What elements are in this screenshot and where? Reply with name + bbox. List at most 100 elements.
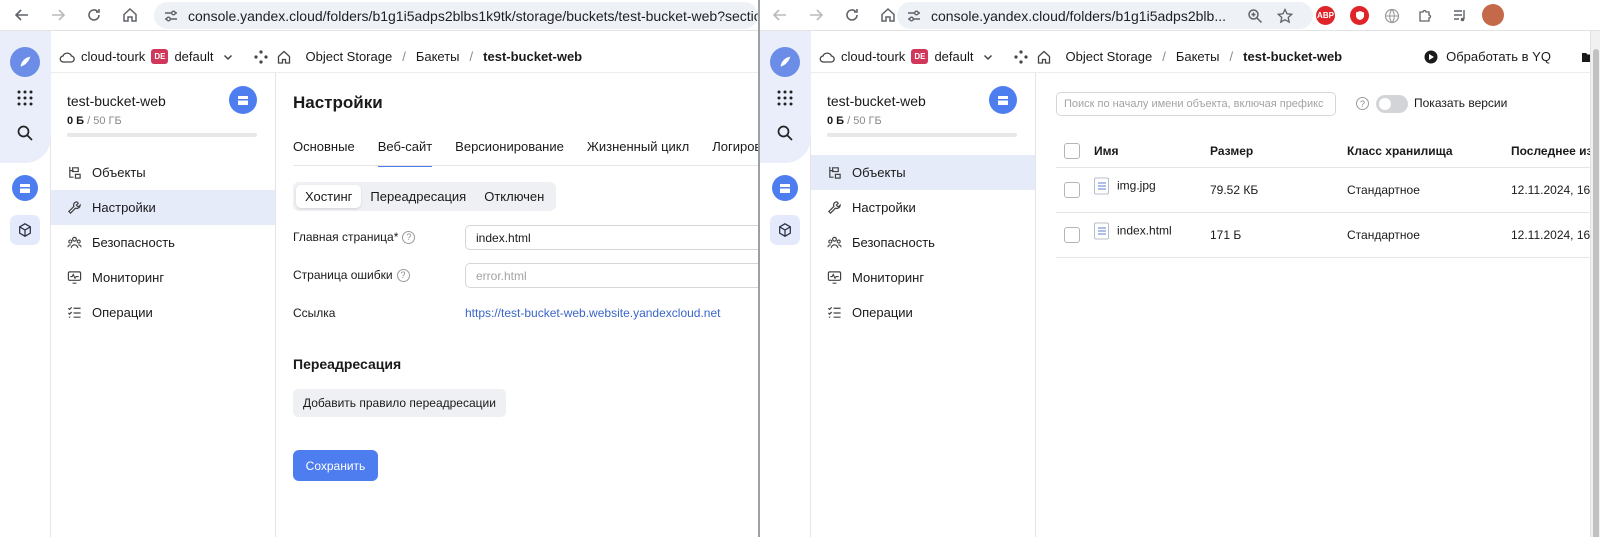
show-versions-toggle[interactable]: [1376, 95, 1408, 113]
forward-button[interactable]: [798, 0, 834, 31]
object-name[interactable]: index.html: [1117, 224, 1172, 238]
save-button[interactable]: Сохранить: [293, 450, 378, 481]
site-info-icon[interactable]: [154, 8, 188, 24]
forward-button[interactable]: [40, 0, 76, 31]
error-page-input[interactable]: [465, 263, 758, 288]
menu-item-monitoring[interactable]: Мониторинг: [811, 260, 1035, 295]
menu-item-label: Безопасность: [92, 235, 175, 250]
tab-lifecycle[interactable]: Жизненный цикл: [587, 139, 689, 167]
link-label: Ссылка: [293, 306, 336, 320]
yandex-cloud-logo[interactable]: [10, 47, 40, 77]
object-modified: 12.11.2024, 16:14: [1511, 228, 1600, 242]
address-bar[interactable]: console.yandex.cloud/folders/b1g1i5adps2…: [897, 2, 1313, 29]
search-button[interactable]: [770, 118, 800, 148]
object-name[interactable]: img.jpg: [1117, 179, 1156, 193]
mode-redirect[interactable]: Переадресация: [361, 185, 475, 208]
mode-disabled[interactable]: Отключен: [475, 185, 553, 208]
bucket-menu: Объекты Настройки Безопасность Мониторин…: [811, 155, 1035, 330]
cloud-name[interactable]: cloud-tourk: [841, 49, 905, 64]
adblock-icon[interactable]: ABP: [1316, 6, 1335, 25]
main-page-input[interactable]: [465, 225, 758, 250]
folder-name[interactable]: default: [174, 49, 213, 64]
shield-icon[interactable]: [1350, 6, 1369, 25]
menu-item-label: Объекты: [92, 165, 146, 180]
scrollbar-thumb[interactable]: [1593, 49, 1599, 537]
wrench-icon: [828, 201, 841, 214]
object-name-cell[interactable]: img.jpg: [1094, 177, 1156, 195]
object-name-cell[interactable]: index.html: [1094, 222, 1172, 240]
menu-item-security[interactable]: Безопасность: [811, 225, 1035, 260]
menu-item-settings[interactable]: Настройки: [51, 190, 275, 225]
add-redirect-rule-button[interactable]: Добавить правило переадресации: [293, 389, 506, 417]
diamond-nodes-icon[interactable]: [1014, 49, 1029, 64]
menu-item-operations[interactable]: Операции: [811, 295, 1035, 330]
menu-item-objects[interactable]: Объекты: [811, 155, 1035, 190]
object-storage-service-button[interactable]: [10, 173, 40, 203]
extensions-puzzle-icon[interactable]: [1415, 6, 1434, 25]
help-icon[interactable]: ?: [396, 268, 410, 282]
menu-item-security[interactable]: Безопасность: [51, 225, 275, 260]
help-icon[interactable]: ?: [1356, 97, 1369, 110]
folder-name[interactable]: default: [934, 49, 973, 64]
website-link[interactable]: https://test-bucket-web.website.yandexcl…: [465, 306, 720, 320]
console-topbar: cloud-tourk DE default Object Storage / …: [811, 41, 1600, 73]
zoom-icon[interactable]: [1247, 8, 1263, 24]
page-scrollbar[interactable]: [1590, 31, 1600, 537]
address-bar[interactable]: console.yandex.cloud/folders/b1g1i5adps2…: [154, 2, 758, 29]
process-in-yq-button[interactable]: Обработать в YQ: [1446, 49, 1551, 64]
services-menu-button[interactable]: [770, 83, 800, 113]
help-icon[interactable]: ?: [402, 230, 416, 244]
breadcrumb-object-storage[interactable]: Object Storage: [305, 49, 392, 64]
row-checkbox[interactable]: [1064, 182, 1080, 198]
menu-item-operations[interactable]: Операции: [51, 295, 275, 330]
reload-button[interactable]: [76, 0, 112, 31]
column-storage-class[interactable]: Класс хранилища: [1347, 144, 1453, 158]
home-icon[interactable]: [277, 50, 291, 64]
users-icon: [67, 236, 82, 249]
table-row[interactable]: img.jpg 79.52 КБ Стандартное 12.11.2024,…: [1056, 168, 1600, 213]
menu-item-settings[interactable]: Настройки: [811, 190, 1035, 225]
cloud-icon: [819, 50, 835, 64]
column-size[interactable]: Размер: [1210, 144, 1253, 158]
object-storage-service-button[interactable]: [770, 173, 800, 203]
globe-icon[interactable]: [1382, 6, 1401, 25]
breadcrumb-buckets[interactable]: Бакеты: [416, 49, 460, 64]
menu-item-label: Настройки: [92, 200, 156, 215]
tab-versioning[interactable]: Версионирование: [455, 139, 564, 167]
tab-website[interactable]: Веб-сайт: [377, 139, 433, 167]
home-button[interactable]: [112, 0, 148, 31]
back-button[interactable]: [4, 0, 40, 31]
usage-used: 0 Б: [67, 115, 85, 127]
cloud-name[interactable]: cloud-tourk: [81, 49, 145, 64]
row-checkbox[interactable]: [1064, 227, 1080, 243]
profile-avatar[interactable]: [1482, 4, 1504, 26]
column-name[interactable]: Имя: [1094, 144, 1119, 158]
object-search-input[interactable]: [1056, 92, 1336, 116]
table-row[interactable]: index.html 171 Б Стандартное 12.11.2024,…: [1056, 213, 1600, 258]
menu-item-objects[interactable]: Объекты: [51, 155, 275, 190]
breadcrumb-buckets[interactable]: Бакеты: [1176, 49, 1220, 64]
object-class: Стандартное: [1347, 228, 1420, 242]
menu-item-monitoring[interactable]: Мониторинг: [51, 260, 275, 295]
tab-logging[interactable]: Логирование: [712, 139, 758, 167]
chevron-down-icon[interactable]: [222, 51, 234, 63]
bookmark-star-icon[interactable]: [1277, 7, 1293, 24]
media-controls-icon[interactable]: [1450, 6, 1469, 25]
services-menu-button[interactable]: [10, 83, 40, 113]
cloud-logo-icon: [780, 56, 791, 67]
storage-cube-button[interactable]: [10, 215, 40, 245]
tab-general[interactable]: Основные: [293, 139, 355, 167]
reload-button[interactable]: [834, 0, 870, 31]
back-button[interactable]: [762, 0, 798, 31]
yandex-cloud-logo[interactable]: [770, 47, 800, 77]
column-modified[interactable]: Последнее изменение: [1511, 144, 1600, 158]
home-icon[interactable]: [1037, 50, 1051, 64]
site-info-icon[interactable]: [897, 8, 931, 24]
search-button[interactable]: [10, 118, 40, 148]
diamond-nodes-icon[interactable]: [254, 49, 269, 64]
mode-hosting[interactable]: Хостинг: [296, 185, 362, 208]
select-all-checkbox[interactable]: [1064, 143, 1080, 159]
chevron-down-icon[interactable]: [982, 51, 994, 63]
storage-cube-button[interactable]: [770, 215, 800, 245]
breadcrumb-object-storage[interactable]: Object Storage: [1065, 49, 1152, 64]
